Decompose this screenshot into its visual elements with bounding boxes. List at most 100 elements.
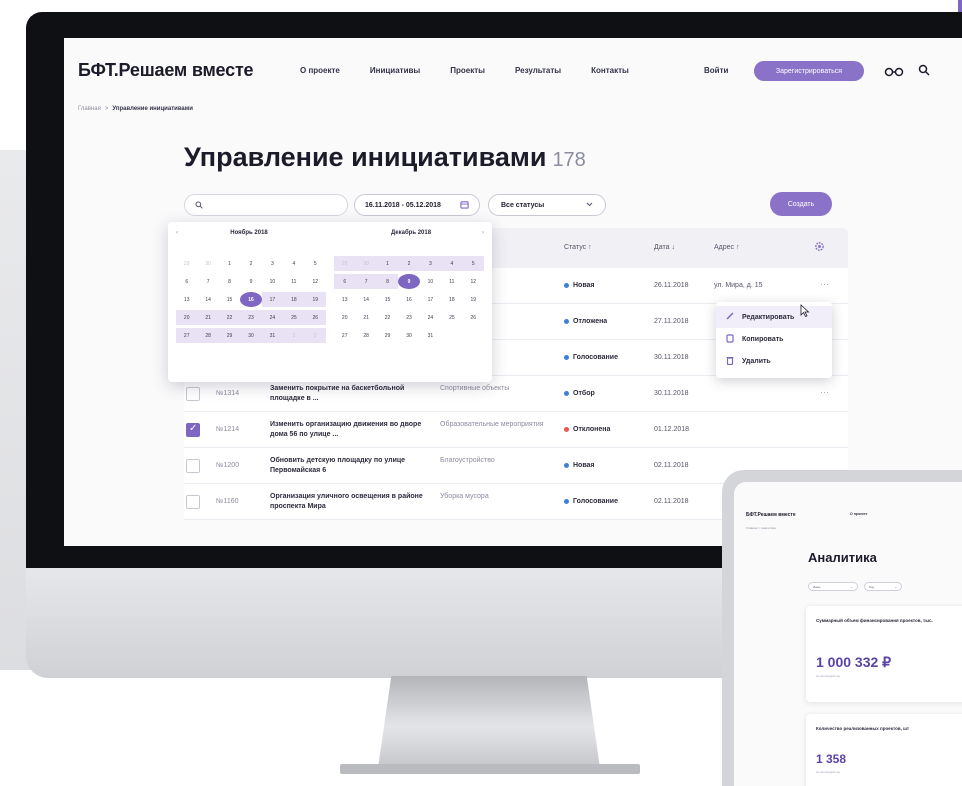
nav-initiatives[interactable]: Инициативы	[370, 66, 420, 75]
laptop-month-select[interactable]: Июнь ⌄	[808, 582, 858, 591]
calendar-day[interactable]: 4	[441, 256, 463, 271]
search-field[interactable]	[184, 194, 348, 216]
calendar-day[interactable]: 10	[420, 274, 441, 289]
initiative-name[interactable]: Обновить детскую площадку по улице Перво…	[270, 456, 430, 476]
calendar-day[interactable]: 17	[261, 292, 284, 307]
menu-item-edit[interactable]: Редактировать	[716, 306, 832, 328]
calendar-day[interactable]: 6	[176, 274, 197, 289]
calendar-day[interactable]: 6	[334, 274, 356, 289]
laptop-period-select[interactable]: Год ⌄	[864, 582, 902, 591]
calendar-day[interactable]: 27	[334, 328, 355, 343]
search-input[interactable]	[209, 202, 329, 208]
calendar-day[interactable]: 14	[355, 292, 376, 307]
calendar-day[interactable]: 7	[355, 274, 377, 289]
column-address[interactable]: Адрес ↑	[714, 244, 739, 251]
calendar-day[interactable]: 22	[377, 310, 398, 325]
calendar-day[interactable]: 1	[283, 328, 305, 343]
calendar-day[interactable]: 30	[240, 328, 262, 343]
calendar-day[interactable]: 1	[376, 256, 399, 271]
calendar-day[interactable]: 20	[334, 310, 355, 325]
calendar-day[interactable]: 8	[219, 274, 240, 289]
calendar-day[interactable]: 28	[197, 328, 219, 343]
calendar-day[interactable]: 8	[376, 274, 399, 289]
calendar-day[interactable]: 21	[197, 310, 219, 325]
calendar-day[interactable]: 1	[219, 256, 240, 271]
calendar-day[interactable]: 9	[398, 274, 420, 289]
calendar-day[interactable]: 15	[377, 292, 398, 307]
calendar-day[interactable]: 15	[219, 292, 240, 307]
calendar-day[interactable]: 13	[334, 292, 355, 307]
login-link[interactable]: Войти	[704, 66, 728, 75]
calendar-day[interactable]: 24	[261, 310, 284, 325]
calendar-day[interactable]: 12	[305, 274, 326, 289]
register-button[interactable]: Зарегистрироваться	[754, 61, 864, 81]
date-range-picker[interactable]: 16.11.2018 - 05.12.2018	[354, 194, 480, 216]
calendar-day[interactable]: 12	[463, 274, 484, 289]
create-button[interactable]: Создать	[770, 192, 832, 216]
calendar-day[interactable]: 23	[240, 310, 262, 325]
laptop-site-logo[interactable]: БФТ.Решаем вместе	[746, 512, 796, 518]
calendar-day[interactable]: 29	[377, 328, 398, 343]
calendar-day[interactable]: 2	[304, 328, 326, 343]
calendar-day[interactable]: 31	[261, 328, 284, 343]
calendar-day[interactable]: 5	[462, 256, 484, 271]
more-actions-icon[interactable]: ···	[820, 387, 829, 397]
breadcrumb-home[interactable]: Главная	[78, 106, 101, 112]
status-filter[interactable]: Все статусы	[488, 194, 606, 216]
menu-item-copy[interactable]: Копировать	[716, 328, 832, 350]
more-actions-icon[interactable]: ···	[820, 279, 829, 289]
nav-contacts[interactable]: Контакты	[591, 66, 629, 75]
calendar-prev-icon[interactable]: ‹	[176, 230, 178, 242]
calendar-day[interactable]: 7	[197, 274, 218, 289]
calendar-day[interactable]: 13	[176, 292, 197, 307]
calendar-day[interactable]: 27	[176, 328, 198, 343]
calendar-day[interactable]: 5	[305, 256, 326, 271]
row-checkbox[interactable]	[186, 495, 200, 509]
initiative-name[interactable]: Организация уличного освещения в районе …	[270, 492, 430, 512]
row-checkbox[interactable]	[186, 423, 200, 437]
nav-projects[interactable]: Проекты	[450, 66, 485, 75]
calendar-day[interactable]: 29	[176, 256, 197, 271]
accessibility-glasses-icon[interactable]	[884, 64, 904, 82]
calendar-day[interactable]: 4	[283, 256, 304, 271]
initiative-name[interactable]: Изменить организацию движения во дворе д…	[270, 420, 430, 440]
calendar-day[interactable]: 21	[355, 310, 376, 325]
calendar-day[interactable]: 19	[304, 292, 326, 307]
column-status[interactable]: Статус ↑	[564, 244, 592, 251]
calendar-day[interactable]: 30	[197, 256, 218, 271]
calendar-day[interactable]: 18	[441, 292, 462, 307]
row-checkbox[interactable]	[186, 387, 200, 401]
table-row[interactable]: №1214 Изменить организацию движения во дв…	[184, 412, 848, 448]
calendar-day[interactable]: 29	[218, 328, 241, 343]
calendar-day[interactable]: 11	[441, 274, 462, 289]
calendar-day[interactable]: 3	[419, 256, 442, 271]
laptop-nav-about[interactable]: О проекте	[850, 512, 867, 516]
column-date[interactable]: Дата ↓	[654, 244, 675, 251]
calendar-day[interactable]: 31	[420, 328, 441, 343]
calendar-day[interactable]: 25	[441, 310, 462, 325]
nav-about[interactable]: О проекте	[300, 66, 340, 75]
calendar-day[interactable]: 19	[463, 292, 484, 307]
menu-item-delete[interactable]: Удалить	[716, 350, 832, 372]
calendar-day[interactable]: 17	[420, 292, 441, 307]
search-icon[interactable]	[918, 63, 930, 81]
calendar-day[interactable]: 20	[176, 310, 198, 325]
calendar-day[interactable]: 30	[355, 256, 377, 271]
calendar-day[interactable]: 16	[240, 292, 262, 307]
nav-results[interactable]: Результаты	[515, 66, 561, 75]
calendar-day[interactable]: 11	[283, 274, 304, 289]
calendar-day[interactable]: 3	[262, 256, 283, 271]
calendar-day[interactable]: 26	[304, 310, 326, 325]
site-logo[interactable]: БФТ.Решаем вместе	[78, 60, 254, 81]
calendar-day[interactable]: 2	[398, 256, 420, 271]
calendar-next-icon[interactable]: ›	[482, 230, 484, 242]
row-checkbox[interactable]	[186, 459, 200, 473]
calendar-day[interactable]: 14	[197, 292, 218, 307]
calendar-day[interactable]: 24	[420, 310, 441, 325]
calendar-day[interactable]: 23	[398, 310, 419, 325]
calendar-day[interactable]: 29	[334, 256, 356, 271]
calendar-day[interactable]: 28	[355, 328, 376, 343]
calendar-day[interactable]: 25	[283, 310, 305, 325]
calendar-day[interactable]: 10	[262, 274, 283, 289]
initiative-name[interactable]: Заменить покрытие на баскетбольной площа…	[270, 384, 430, 404]
